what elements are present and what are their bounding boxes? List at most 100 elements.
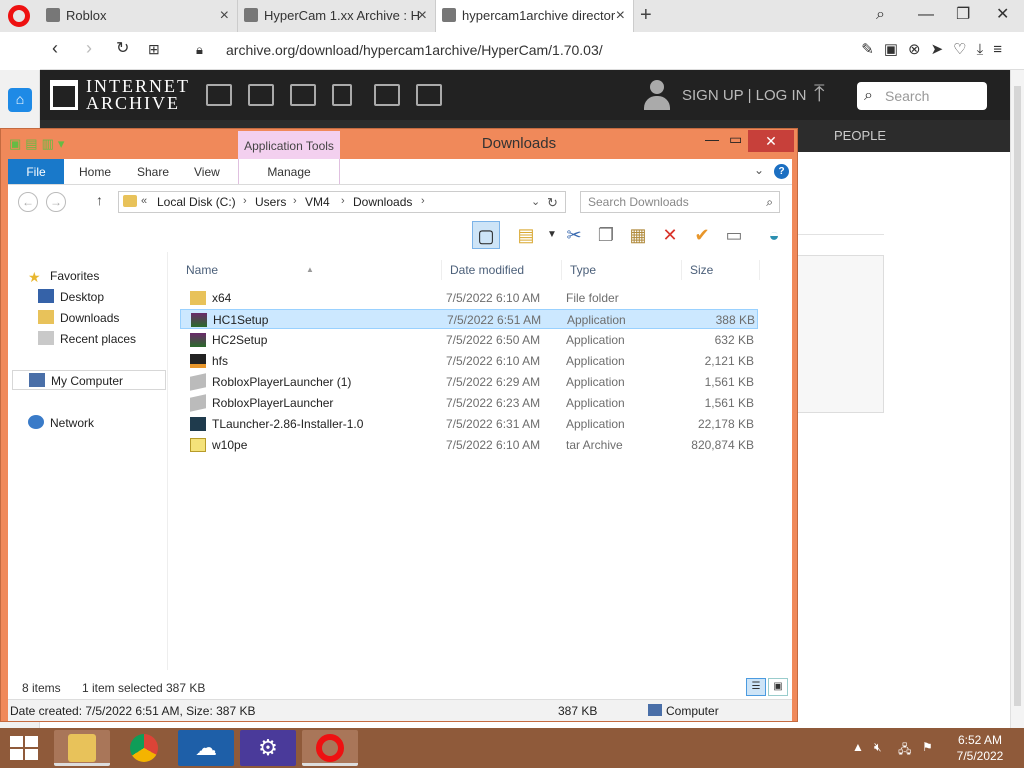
preview-pane-icon[interactable]: ▢ <box>472 221 500 249</box>
forward-icon[interactable]: › <box>86 38 92 59</box>
taskbar-settings[interactable]: ⚙ <box>240 730 296 766</box>
address-breadcrumb[interactable]: « Local Disk (C:) › Users › VM4 › Downlo… <box>118 191 566 213</box>
breadcrumb-local-disk[interactable]: Local Disk (C:) <box>157 195 236 209</box>
tab-manage[interactable]: Manage <box>238 159 340 184</box>
browser-scrollbar[interactable] <box>1010 70 1024 728</box>
rename-icon[interactable]: ▭ <box>720 221 748 249</box>
chevron-down-icon[interactable]: ⌄ <box>531 195 540 208</box>
taskbar-file-explorer[interactable] <box>54 730 110 766</box>
tab-home[interactable]: Home <box>79 159 111 184</box>
tab-hypercam-archive[interactable]: HyperCam 1.xx Archive : H × <box>238 0 436 32</box>
copy-icon[interactable]: ❐ <box>592 221 620 249</box>
tab-view[interactable]: View <box>194 159 220 184</box>
action-center-icon[interactable]: ⚑ <box>922 740 933 754</box>
close-icon[interactable]: × <box>220 0 229 32</box>
search-input[interactable]: Search Downloads ⌕ <box>580 191 780 213</box>
close-window-icon[interactable]: ✕ <box>996 0 1009 30</box>
file-row[interactable]: x64 7/5/2022 6:10 AM File folder <box>180 288 758 308</box>
shell-icon[interactable]: ◒ <box>760 221 788 249</box>
cut-icon[interactable]: ✂ <box>560 221 588 249</box>
nav-network[interactable]: Network <box>28 413 94 433</box>
tab-hypercam-directory[interactable]: hypercam1archive director × <box>436 0 634 32</box>
file-row[interactable]: HC1Setup 7/5/2022 6:51 AM Application 38… <box>180 309 758 329</box>
people-link[interactable]: PEOPLE <box>834 128 886 143</box>
close-icon[interactable]: × <box>418 0 427 32</box>
help-icon[interactable]: ? <box>774 164 789 179</box>
explorer-titlebar[interactable]: ▣▤▥▾ Application Tools Downloads — ▭ ✕ <box>1 129 797 159</box>
system-clock[interactable]: 6:52 AM 7/5/2022 <box>940 732 1020 764</box>
up-arrow-icon[interactable]: ↑ <box>96 192 103 208</box>
signup-login-link[interactable]: SIGN UP | LOG IN <box>682 87 806 104</box>
new-tab-button[interactable]: + <box>640 0 652 30</box>
folder-options-icon[interactable]: ▤ <box>512 221 540 249</box>
column-date-modified[interactable]: Date modified <box>442 260 562 280</box>
minimize-icon[interactable]: — <box>918 0 934 30</box>
file-row[interactable]: hfs 7/5/2022 6:10 AM Application 2,121 K… <box>180 351 758 371</box>
back-icon[interactable]: ← <box>18 192 38 212</box>
tab-file[interactable]: File <box>8 159 64 184</box>
taskbar-onedrive[interactable]: ☁ <box>178 730 234 766</box>
upload-icon[interactable]: ⤒ <box>814 80 825 108</box>
scrollbar-thumb[interactable] <box>1014 86 1021 706</box>
search-tabs-icon[interactable]: ⌕ <box>876 0 885 30</box>
chevron-right-icon[interactable]: › <box>293 195 297 207</box>
start-button[interactable] <box>10 736 38 760</box>
taskbar-chrome[interactable] <box>116 730 172 766</box>
url-field[interactable]: archive.org/download/hypercam1archive/Hy… <box>226 42 603 58</box>
file-row[interactable]: HC2Setup 7/5/2022 6:50 AM Application 63… <box>180 330 758 350</box>
close-icon[interactable]: ✕ <box>748 130 794 152</box>
video-icon[interactable] <box>290 84 316 106</box>
speaker-muted-icon[interactable]: 🔇︎ <box>874 740 882 755</box>
file-row[interactable]: RobloxPlayerLauncher (1) 7/5/2022 6:29 A… <box>180 372 758 392</box>
delete-icon[interactable]: ✕ <box>656 221 684 249</box>
breadcrumb-users[interactable]: Users <box>255 195 286 209</box>
tab-share[interactable]: Share <box>137 159 169 184</box>
chevron-right-icon[interactable]: › <box>243 195 247 207</box>
home-icon[interactable]: ⌂ <box>8 88 32 112</box>
address-bar-actions[interactable]: ✎▣⊗➤♡⤓≡ <box>861 40 1012 58</box>
minimize-icon[interactable]: — <box>705 131 719 147</box>
user-icon[interactable] <box>642 78 670 112</box>
nav-recent-places[interactable]: Recent places <box>38 329 136 349</box>
audio-icon[interactable] <box>332 84 352 106</box>
reload-icon[interactable]: ↻ <box>116 38 129 58</box>
chevron-up-icon[interactable]: ▲ <box>852 740 864 754</box>
chevron-right-icon[interactable]: › <box>341 195 345 207</box>
network-tray-icon[interactable]: 🖧︎ <box>898 740 911 761</box>
chevron-right-icon[interactable]: › <box>421 195 425 207</box>
restore-icon[interactable]: ❐ <box>956 0 970 30</box>
details-view-icon[interactable]: ☰ <box>746 678 766 696</box>
checkmark-icon[interactable]: ✔ <box>688 221 716 249</box>
file-row[interactable]: TLauncher-2.86-Installer-1.0 7/5/2022 6:… <box>180 414 758 434</box>
maximize-icon[interactable]: ▭ <box>729 131 742 148</box>
breadcrumb-downloads[interactable]: Downloads <box>353 195 412 209</box>
column-type[interactable]: Type <box>562 260 682 280</box>
column-name[interactable]: Name ▲ <box>178 260 442 280</box>
file-row[interactable]: w10pe 7/5/2022 6:10 AM tar Archive 820,8… <box>180 435 758 455</box>
nav-downloads[interactable]: Downloads <box>38 308 119 328</box>
nav-desktop[interactable]: Desktop <box>38 287 104 307</box>
opera-logo-icon[interactable] <box>8 5 30 27</box>
column-size[interactable]: Size <box>682 260 760 280</box>
archive-search-input[interactable]: ⌕ Search <box>857 82 987 110</box>
taskbar-opera[interactable] <box>302 730 358 766</box>
web-icon[interactable] <box>206 84 232 106</box>
forward-icon[interactable]: → <box>46 192 66 212</box>
lock-icon[interactable]: 🔒︎ <box>196 42 203 58</box>
software-icon[interactable] <box>374 84 400 106</box>
file-row[interactable]: RobloxPlayerLauncher 7/5/2022 6:23 AM Ap… <box>180 393 758 413</box>
back-icon[interactable]: ‹ <box>52 38 58 59</box>
tab-roblox[interactable]: Roblox × <box>40 0 238 32</box>
nav-my-computer[interactable]: My Computer <box>12 370 166 390</box>
tabs-grid-icon[interactable]: ⊞ <box>148 41 160 58</box>
images-icon[interactable] <box>416 84 442 106</box>
chevron-down-icon[interactable]: ⌄ <box>754 163 764 177</box>
refresh-icon[interactable]: ↻ <box>547 195 558 211</box>
archive-logo-icon[interactable] <box>50 80 78 110</box>
overflow-icon[interactable]: « <box>141 195 147 207</box>
close-icon[interactable]: × <box>616 0 625 32</box>
texts-icon[interactable] <box>248 84 274 106</box>
paste-icon[interactable]: ▦ <box>624 221 652 249</box>
nav-favorites[interactable]: ★ Favorites <box>28 266 99 286</box>
archive-logo-text[interactable]: INTERNET ARCHIVE <box>86 77 190 112</box>
